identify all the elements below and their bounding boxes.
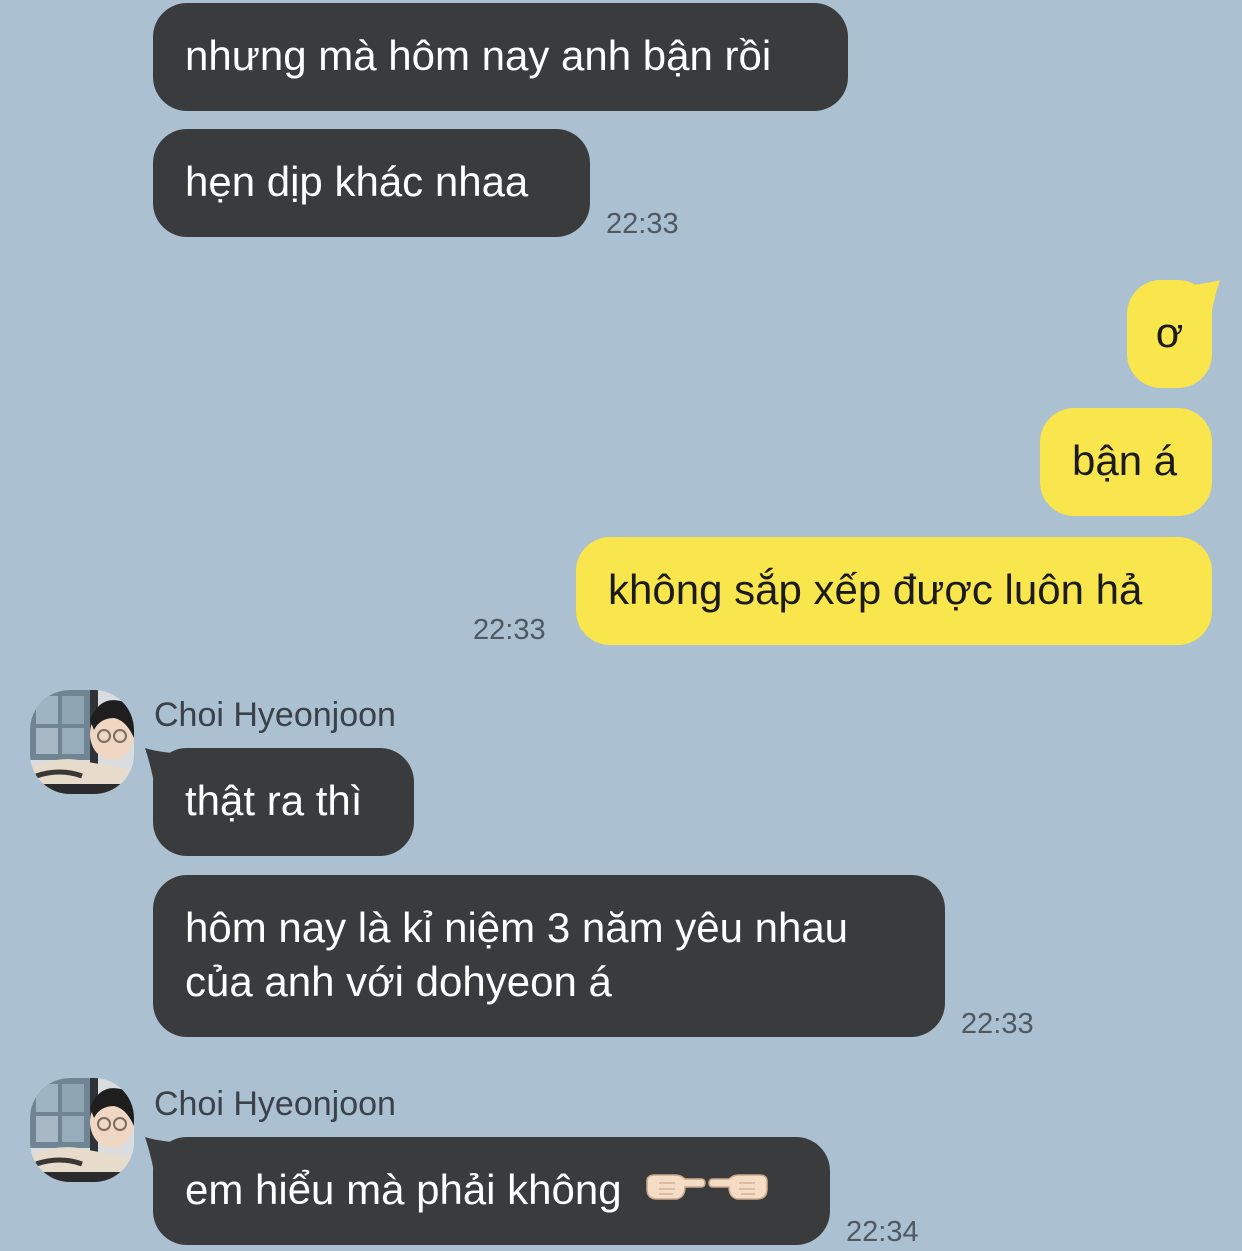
incoming-message-bubble[interactable]: thật ra thì xyxy=(153,748,414,856)
message-text: nhưng mà hôm nay anh bận rồi xyxy=(185,32,772,79)
incoming-message-bubble[interactable]: nhưng mà hôm nay anh bận rồi xyxy=(153,3,848,111)
sender-avatar[interactable] xyxy=(30,1078,134,1182)
message-text-line: hôm nay là kỉ niệm 3 năm yêu nhau xyxy=(185,904,849,951)
profile-photo-avatar-icon xyxy=(30,690,134,794)
message-text: bận á xyxy=(1072,437,1178,484)
message-text: ơ xyxy=(1155,309,1184,356)
pointing-fingers-icon xyxy=(645,1166,769,1220)
profile-photo-avatar-icon xyxy=(30,1078,134,1182)
message-text: không sắp xếp được luôn hả xyxy=(608,566,1143,613)
outgoing-message-bubble[interactable]: bận á xyxy=(1040,408,1212,516)
incoming-message-bubble[interactable]: em hiểu mà phải không xyxy=(153,1137,830,1245)
message-timestamp: 22:33 xyxy=(606,208,679,240)
incoming-message-bubble[interactable]: hôm nay là kỉ niệm 3 năm yêu nhau của an… xyxy=(153,875,945,1037)
incoming-message-bubble[interactable]: hẹn dịp khác nhaa xyxy=(153,129,590,237)
sender-name: Choi Hyeonjoon xyxy=(154,696,396,734)
message-timestamp: 22:33 xyxy=(961,1008,1034,1040)
message-text: thật ra thì xyxy=(185,777,363,824)
message-text: hẹn dịp khác nhaa xyxy=(185,158,529,205)
sender-avatar[interactable] xyxy=(30,690,134,794)
message-text-line: của anh với dohyeon á xyxy=(185,958,612,1005)
outgoing-message-bubble[interactable]: không sắp xếp được luôn hả xyxy=(576,537,1212,645)
sender-name: Choi Hyeonjoon xyxy=(154,1085,396,1123)
chat-view: nhưng mà hôm nay anh bận rồi hẹn dịp khá… xyxy=(0,0,1242,1251)
outgoing-message-bubble[interactable]: ơ xyxy=(1127,280,1212,388)
message-timestamp: 22:33 xyxy=(473,614,546,646)
message-text: em hiểu mà phải không xyxy=(185,1166,622,1213)
message-timestamp: 22:34 xyxy=(846,1216,919,1248)
